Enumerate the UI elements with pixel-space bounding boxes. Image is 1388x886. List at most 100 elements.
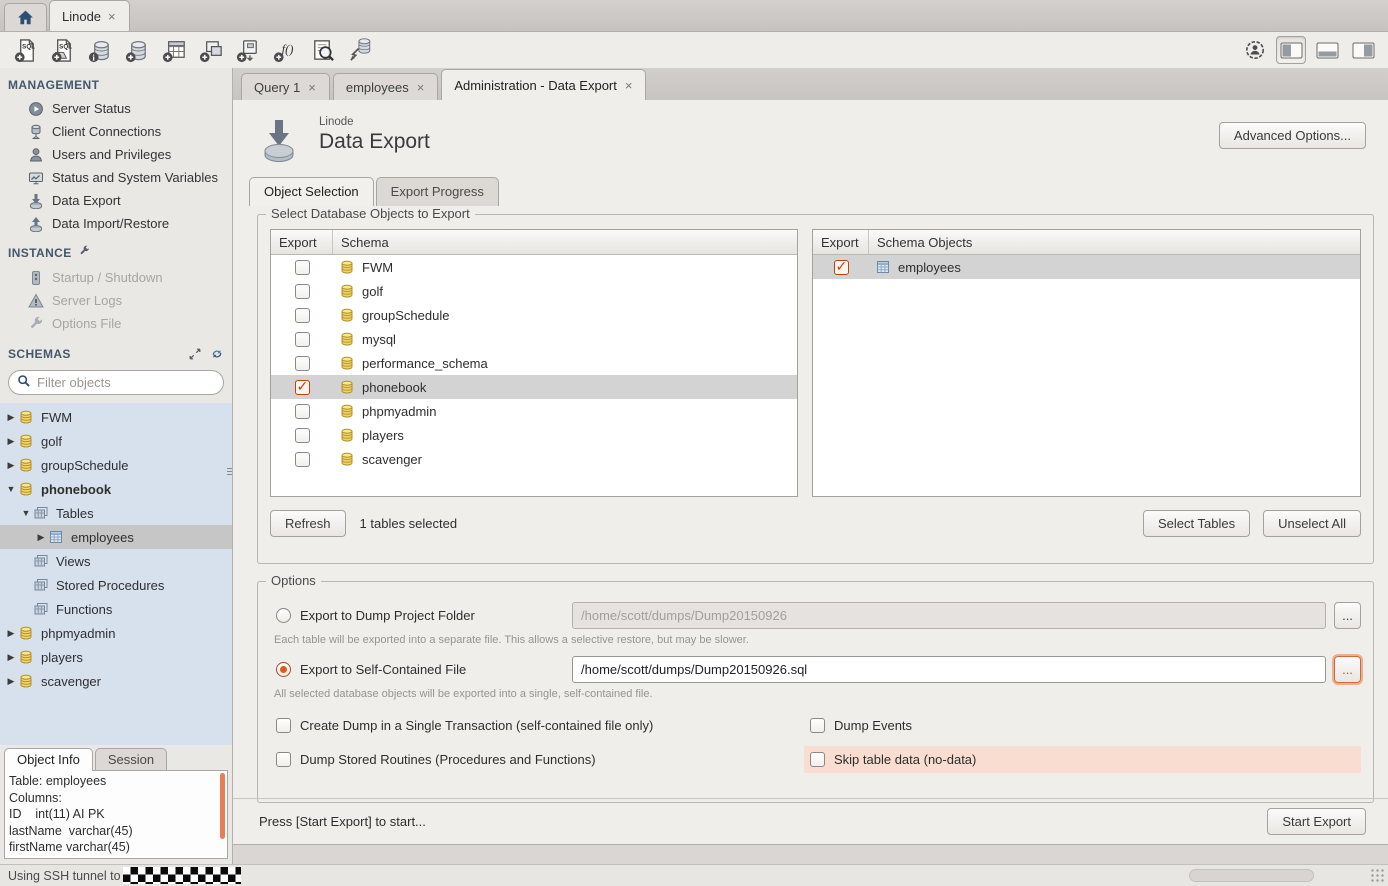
sidebar-item-startup-shutdown[interactable]: Startup / Shutdown bbox=[0, 266, 232, 289]
export-checkbox-players[interactable] bbox=[295, 428, 310, 443]
option-create-dump-in-a-single-transaction-self-contained-file-only[interactable]: Create Dump in a Single Transaction (sel… bbox=[270, 712, 804, 739]
resize-grip[interactable] bbox=[1370, 868, 1385, 883]
create-view-icon[interactable] bbox=[195, 35, 227, 65]
option-dump-events[interactable]: Dump Events bbox=[804, 712, 1361, 739]
tree-node-golf[interactable]: ▶ golf bbox=[0, 429, 232, 453]
sidebar-item-server-logs[interactable]: Server Logs bbox=[0, 289, 232, 312]
export-checkbox-mysql[interactable] bbox=[295, 332, 310, 347]
expander-collapsed-icon[interactable]: ▶ bbox=[4, 460, 18, 471]
close-icon[interactable]: × bbox=[624, 79, 634, 92]
close-icon[interactable]: × bbox=[416, 81, 426, 94]
dump-folder-path-input[interactable] bbox=[572, 602, 1326, 629]
refresh-button[interactable]: Refresh bbox=[270, 510, 346, 537]
table-row-players[interactable]: players bbox=[271, 423, 797, 447]
toggle-right-panel-icon[interactable] bbox=[1348, 36, 1378, 64]
export-checkbox-phonebook[interactable] bbox=[295, 380, 310, 395]
expander-expanded-icon[interactable]: ▼ bbox=[4, 484, 18, 494]
tab-session[interactable]: Session bbox=[95, 748, 167, 771]
sidebar-splitter-handle[interactable] bbox=[226, 458, 233, 484]
expand-panel-icon[interactable] bbox=[188, 347, 202, 361]
table-row-phpmyadmin[interactable]: phpmyadmin bbox=[271, 399, 797, 423]
doc-tab-query-1[interactable]: Query 1 × bbox=[241, 73, 330, 100]
search-table-data-icon[interactable] bbox=[306, 35, 338, 65]
checkbox-dump-events[interactable] bbox=[810, 718, 825, 733]
table-row-phonebook[interactable]: phonebook bbox=[271, 375, 797, 399]
dump-folder-radio[interactable] bbox=[276, 608, 291, 623]
expander-collapsed-icon[interactable]: ▶ bbox=[4, 412, 18, 423]
export-checkbox-scavenger[interactable] bbox=[295, 452, 310, 467]
table-row-groupschedule[interactable]: groupSchedule bbox=[271, 303, 797, 327]
start-export-button[interactable]: Start Export bbox=[1267, 808, 1366, 835]
export-checkbox-performance-schema[interactable] bbox=[295, 356, 310, 371]
self-contained-option[interactable]: Export to Self-Contained File bbox=[270, 662, 572, 677]
tab-object-selection[interactable]: Object Selection bbox=[249, 177, 374, 206]
schema-filter-input[interactable] bbox=[37, 375, 215, 390]
self-contained-browse-button[interactable]: ... bbox=[1334, 656, 1361, 683]
open-sql-script-icon[interactable]: SQL bbox=[47, 35, 79, 65]
table-row-mysql[interactable]: mysql bbox=[271, 327, 797, 351]
close-icon[interactable]: × bbox=[107, 10, 117, 23]
tree-node-functions[interactable]: Functions bbox=[0, 597, 232, 621]
close-icon[interactable]: × bbox=[307, 81, 317, 94]
export-checkbox-employees[interactable] bbox=[834, 260, 849, 275]
refresh-schemas-icon[interactable] bbox=[210, 347, 224, 361]
export-checkbox-golf[interactable] bbox=[295, 284, 310, 299]
self-contained-radio[interactable] bbox=[276, 662, 291, 677]
home-tab[interactable] bbox=[4, 3, 47, 31]
enterprise-icon[interactable] bbox=[1240, 36, 1270, 64]
object-info-scrollbar[interactable] bbox=[220, 773, 225, 839]
table-row-golf[interactable]: golf bbox=[271, 279, 797, 303]
tree-node-phonebook[interactable]: ▼ phonebook bbox=[0, 477, 232, 501]
sidebar-item-options-file[interactable]: Options File bbox=[0, 312, 232, 335]
tree-node-players[interactable]: ▶ players bbox=[0, 645, 232, 669]
tree-node-phpmyadmin[interactable]: ▶ phpmyadmin bbox=[0, 621, 232, 645]
table-row-employees[interactable]: employees bbox=[813, 255, 1360, 279]
sidebar-item-client-connections[interactable]: Client Connections bbox=[0, 120, 232, 143]
option-skip-table-data-no-data[interactable]: Skip table data (no-data) bbox=[804, 746, 1361, 773]
checkbox-create-dump-in-a-single-transaction-self-contained-file-only[interactable] bbox=[276, 718, 291, 733]
checkbox-dump-stored-routines-procedures-and-functions[interactable] bbox=[276, 752, 291, 767]
tab-export-progress[interactable]: Export Progress bbox=[376, 177, 499, 206]
expander-collapsed-icon[interactable]: ▶ bbox=[4, 676, 18, 687]
tree-node-employees[interactable]: ▶ employees bbox=[0, 525, 232, 549]
create-function-icon[interactable]: f() bbox=[269, 35, 301, 65]
export-checkbox-fwm[interactable] bbox=[295, 260, 310, 275]
dump-folder-option[interactable]: Export to Dump Project Folder bbox=[270, 608, 572, 623]
dump-folder-browse-button[interactable]: ... bbox=[1334, 602, 1361, 629]
table-row-fwm[interactable]: FWM bbox=[271, 255, 797, 279]
expander-expanded-icon[interactable]: ▼ bbox=[19, 508, 33, 518]
reconnect-database-icon[interactable] bbox=[343, 35, 375, 65]
sidebar-item-data-import-restore[interactable]: Data Import/Restore bbox=[0, 212, 232, 235]
doc-tab-employees[interactable]: employees × bbox=[333, 73, 438, 100]
sidebar-item-status-and-system-variables[interactable]: Status and System Variables bbox=[0, 166, 232, 189]
tree-node-scavenger[interactable]: ▶ scavenger bbox=[0, 669, 232, 693]
table-row-performance-schema[interactable]: performance_schema bbox=[271, 351, 797, 375]
doc-tab-administration-data-export[interactable]: Administration - Data Export × bbox=[441, 69, 646, 100]
tree-node-views[interactable]: Views bbox=[0, 549, 232, 573]
tree-node-stored-procedures[interactable]: Stored Procedures bbox=[0, 573, 232, 597]
create-table-icon[interactable] bbox=[158, 35, 190, 65]
sidebar-item-server-status[interactable]: Server Status bbox=[0, 97, 232, 120]
option-dump-stored-routines-procedures-and-functions[interactable]: Dump Stored Routines (Procedures and Fun… bbox=[270, 746, 804, 773]
expander-collapsed-icon[interactable]: ▶ bbox=[4, 628, 18, 639]
toggle-left-panel-icon[interactable] bbox=[1276, 36, 1306, 64]
tree-node-tables[interactable]: ▼ Tables bbox=[0, 501, 232, 525]
checkbox-skip-table-data-no-data[interactable] bbox=[810, 752, 825, 767]
tree-node-fwm[interactable]: ▶ FWM bbox=[0, 405, 232, 429]
tab-object-info[interactable]: Object Info bbox=[4, 748, 93, 771]
new-sql-tab-icon[interactable]: SQL bbox=[10, 35, 42, 65]
export-checkbox-phpmyadmin[interactable] bbox=[295, 404, 310, 419]
advanced-options-button[interactable]: Advanced Options... bbox=[1219, 122, 1366, 149]
unselect-all-button[interactable]: Unselect All bbox=[1263, 510, 1361, 537]
table-row-scavenger[interactable]: scavenger bbox=[271, 447, 797, 471]
select-tables-button[interactable]: Select Tables bbox=[1143, 510, 1250, 537]
create-procedure-icon[interactable] bbox=[232, 35, 264, 65]
sidebar-item-users-and-privileges[interactable]: Users and Privileges bbox=[0, 143, 232, 166]
expander-collapsed-icon[interactable]: ▶ bbox=[4, 652, 18, 663]
inspect-database-icon[interactable]: i bbox=[84, 35, 116, 65]
hscrollbar-thumb[interactable] bbox=[1189, 869, 1314, 882]
expander-collapsed-icon[interactable]: ▶ bbox=[4, 436, 18, 447]
connection-tab[interactable]: Linode × bbox=[49, 0, 130, 31]
self-contained-path-input[interactable] bbox=[572, 656, 1326, 683]
export-checkbox-groupschedule[interactable] bbox=[295, 308, 310, 323]
